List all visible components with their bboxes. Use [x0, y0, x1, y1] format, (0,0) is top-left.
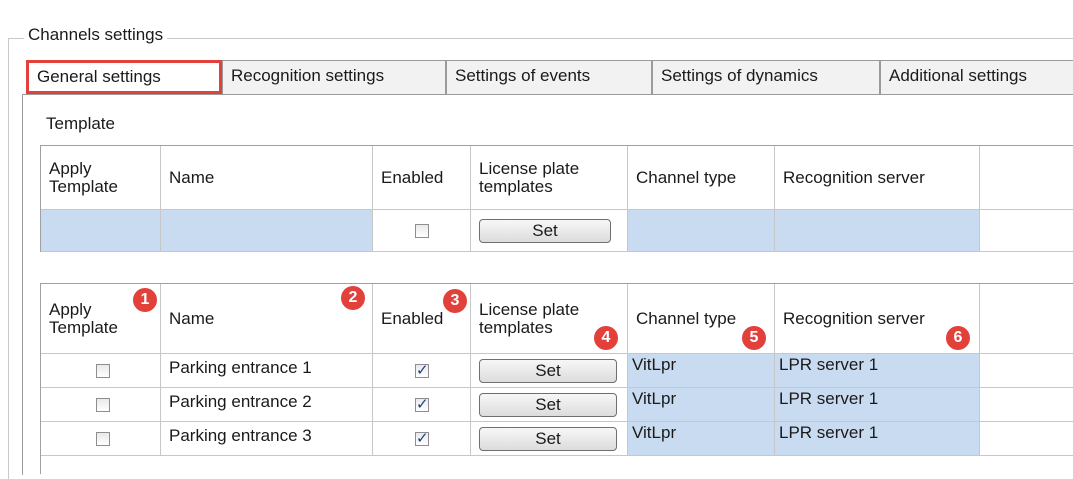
lpt-cell: Set [471, 422, 628, 456]
template-grid: Apply Template Name Enabled License plat… [40, 145, 1073, 252]
enabled-cell [373, 354, 471, 388]
filler-cell [980, 388, 1073, 422]
channel-type-cell: VitLpr [628, 422, 775, 456]
tab-settings-of-dynamics[interactable]: Settings of dynamics [652, 60, 880, 94]
set-button[interactable]: Set [479, 427, 617, 451]
col-channel-type[interactable]: Channel type [628, 146, 775, 210]
tab-additional-settings[interactable]: Additional settings [880, 60, 1073, 94]
template-lpt-cell: Set [471, 210, 628, 252]
enabled-checkbox[interactable] [415, 429, 429, 447]
server-value[interactable]: LPR server 1 [775, 388, 979, 421]
template-enabled-checkbox[interactable] [415, 224, 429, 238]
filler-cell [980, 422, 1073, 456]
channel-type-value[interactable]: VitLpr [628, 354, 774, 387]
channel-type-value[interactable]: VitLpr [628, 422, 774, 455]
lpt-cell: Set [471, 354, 628, 388]
set-button[interactable]: Set [479, 359, 617, 383]
apply-checkbox[interactable] [96, 398, 110, 412]
channel-type-cell: VitLpr [628, 354, 775, 388]
server-value[interactable]: LPR server 1 [775, 422, 979, 455]
channel-type-value[interactable]: VitLpr [628, 388, 774, 421]
channel-name[interactable]: Parking entrance 1 [161, 354, 373, 388]
enabled-checkbox[interactable] [415, 361, 429, 379]
tab-general-settings[interactable]: General settings [26, 60, 222, 94]
channel-type-cell: VitLpr [628, 388, 775, 422]
callout-badge-2: 2 [341, 286, 365, 310]
callout-badge-4: 4 [594, 326, 618, 350]
template-apply-cell[interactable] [41, 210, 161, 252]
template-enabled-cell [373, 210, 471, 252]
channel-name[interactable]: Parking entrance 2 [161, 388, 373, 422]
enabled-checkbox[interactable] [415, 395, 429, 413]
enabled-cell [373, 422, 471, 456]
apply-checkbox[interactable] [96, 364, 110, 378]
callout-badge-5: 5 [742, 326, 766, 350]
tab-recognition-settings[interactable]: Recognition settings [222, 60, 446, 94]
channel-name[interactable]: Parking entrance 3 [161, 422, 373, 456]
callout-badge-6: 6 [946, 326, 970, 350]
col-filler [980, 146, 1073, 210]
server-cell: LPR server 1 [775, 388, 980, 422]
apply-checkbox[interactable] [96, 432, 110, 446]
lpt-cell: Set [471, 388, 628, 422]
col-enabled[interactable]: Enabled [373, 146, 471, 210]
tab-settings-of-events[interactable]: Settings of events [446, 60, 652, 94]
set-button[interactable]: Set [479, 393, 617, 417]
server-cell: LPR server 1 [775, 354, 980, 388]
server-cell: LPR server 1 [775, 422, 980, 456]
template-channel-type-cell[interactable] [628, 210, 775, 252]
channels-grid: Apply Template Name Enabled License plat… [40, 283, 1073, 474]
apply-cell [41, 388, 161, 422]
callout-badge-3: 3 [443, 289, 467, 313]
template-name-cell[interactable] [161, 210, 373, 252]
col-apply-template[interactable]: Apply Template [41, 146, 161, 210]
apply-cell [41, 354, 161, 388]
callout-badge-1: 1 [133, 288, 157, 312]
apply-cell [41, 422, 161, 456]
template-server-cell[interactable] [775, 210, 980, 252]
col-license-plate-templates[interactable]: License plate templates [471, 146, 628, 210]
col-filler [980, 284, 1073, 354]
col-name[interactable]: Name [161, 146, 373, 210]
server-value[interactable]: LPR server 1 [775, 354, 979, 387]
template-set-button[interactable]: Set [479, 219, 611, 243]
col-recognition-server[interactable]: Recognition server [775, 146, 980, 210]
enabled-cell [373, 388, 471, 422]
template-section-label: Template [46, 114, 115, 133]
filler-cell [980, 354, 1073, 388]
template-filler-cell [980, 210, 1073, 252]
group-title: Channels settings [24, 24, 168, 46]
